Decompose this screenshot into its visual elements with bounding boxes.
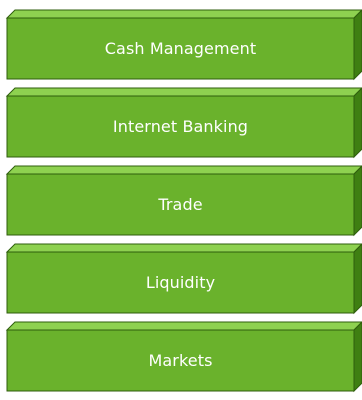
layer-markets: Markets — [5, 321, 362, 393]
layered-stack-diagram: Cash Management Internet Banking Trade L… — [0, 0, 362, 400]
layer-label: Trade — [158, 195, 203, 214]
layer-label: Internet Banking — [112, 117, 249, 136]
layer-cash-management: Cash Management — [5, 9, 362, 81]
layer-label: Markets — [148, 351, 213, 370]
layer-label: Cash Management — [104, 39, 257, 58]
layer-trade: Trade — [5, 165, 362, 237]
layer-internet-banking: Internet Banking — [5, 87, 362, 159]
layer-label: Liquidity — [145, 273, 216, 292]
layer-liquidity: Liquidity — [5, 243, 362, 315]
